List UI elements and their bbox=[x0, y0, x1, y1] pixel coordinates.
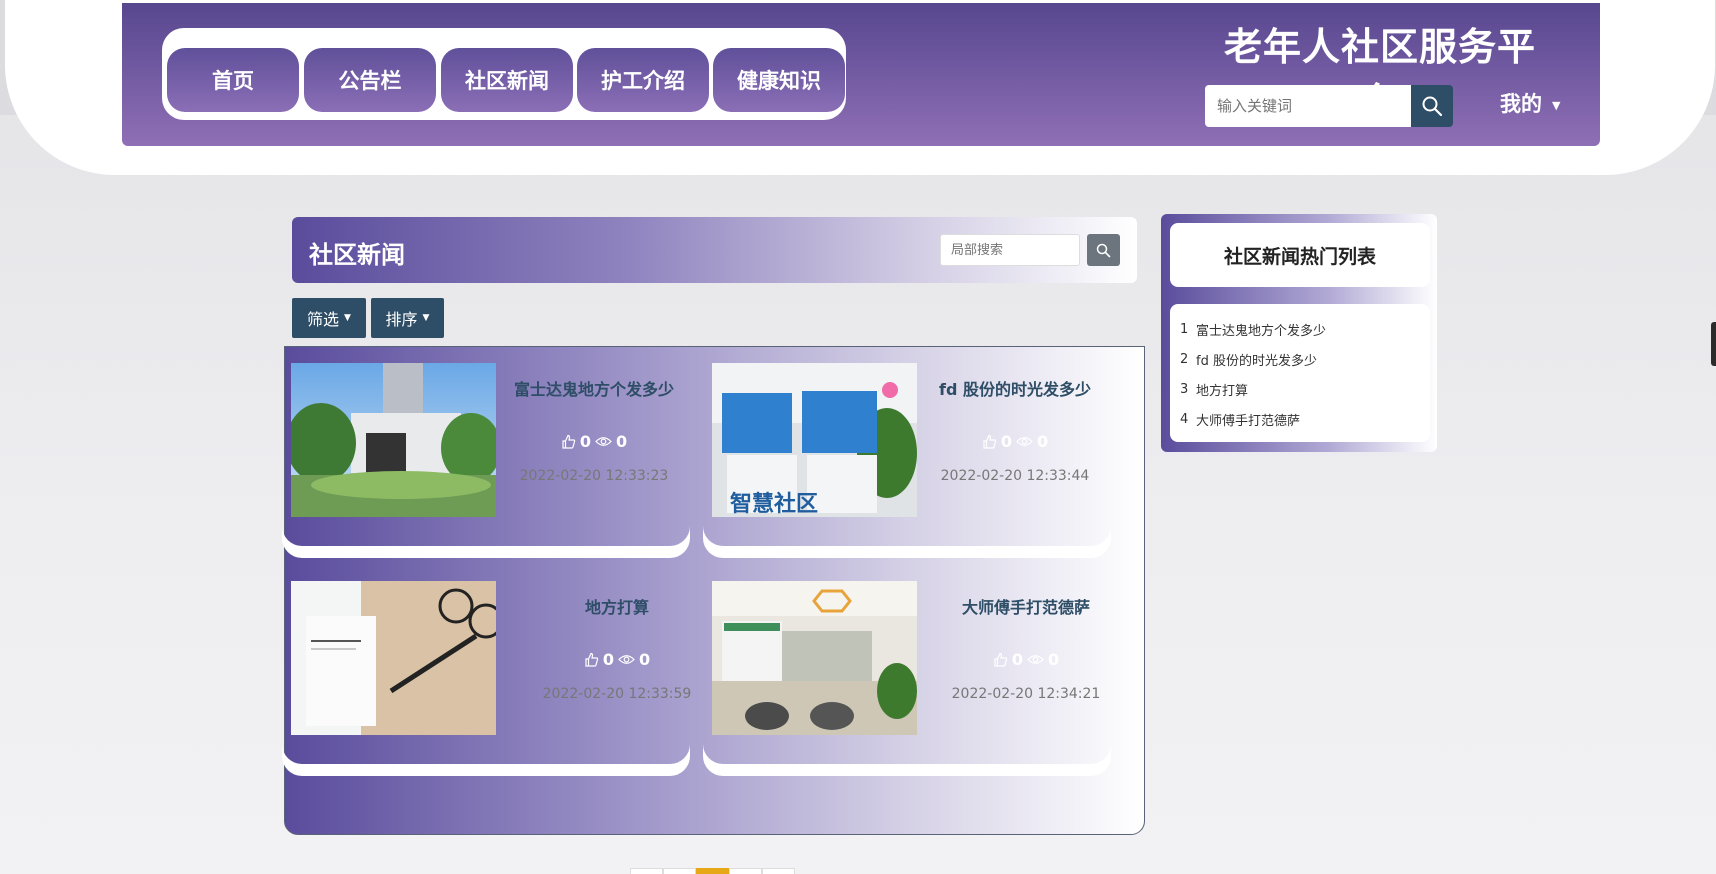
hot-news-label: 地方打算 bbox=[1196, 383, 1249, 399]
nav-bulletin[interactable]: 公告栏 bbox=[304, 48, 436, 112]
side-scroll-handle[interactable] bbox=[1711, 322, 1716, 366]
hot-news-index: 1 bbox=[1180, 321, 1189, 337]
section-header: 社区新闻 bbox=[292, 217, 1137, 283]
news-stats: 0 0 bbox=[527, 650, 707, 669]
news-card[interactable]: 大师傅手打范德萨 0 0 2022-02-20 12:34:21 bbox=[703, 564, 1111, 764]
nav-caregivers[interactable]: 护工介绍 bbox=[577, 48, 709, 112]
sort-label: 排序 bbox=[385, 310, 418, 329]
news-title[interactable]: 地方打算 bbox=[527, 594, 707, 618]
nav-community-news[interactable]: 社区新闻 bbox=[441, 48, 573, 112]
news-card[interactable]: 智慧社区 fd 股份的时光发多少 0 0 2022-02-20 12:33:44 bbox=[703, 346, 1111, 546]
caret-down-icon: ▼ bbox=[422, 313, 430, 323]
user-menu[interactable]: 我的 ▼ bbox=[1500, 88, 1560, 118]
search-icon bbox=[1421, 95, 1443, 117]
header-search-input[interactable] bbox=[1205, 85, 1412, 127]
nav-home[interactable]: 首页 bbox=[167, 48, 299, 112]
hot-news-sidebar: 社区新闻热门列表 1 富士达鬼地方个发多少 2 fd 股份的时光发多少 3 地方打算 … bbox=[1161, 214, 1437, 452]
like-count: 0 bbox=[1000, 432, 1012, 451]
nav-health-knowledge[interactable]: 健康知识 bbox=[713, 48, 845, 112]
hot-news-index: 3 bbox=[1180, 381, 1189, 397]
header-search-button[interactable] bbox=[1411, 85, 1453, 127]
sidebar-title: 社区新闻热门列表 bbox=[1170, 223, 1430, 287]
eye-icon bbox=[618, 653, 635, 666]
pagination-button[interactable] bbox=[663, 868, 696, 874]
thumbnail-sign-text: 智慧社区 bbox=[730, 491, 818, 517]
like-count: 0 bbox=[579, 432, 591, 451]
caret-down-icon: ▼ bbox=[344, 313, 351, 323]
hot-news-item[interactable]: 1 富士达鬼地方个发多少 bbox=[1180, 314, 1420, 344]
thumbs-up-icon bbox=[982, 434, 997, 449]
thumbs-up-icon bbox=[561, 434, 576, 449]
news-title[interactable]: 大师傅手打范德萨 bbox=[936, 594, 1116, 618]
news-card[interactable]: 富士达鬼地方个发多少 0 0 2022-02-20 12:33:23 bbox=[282, 346, 690, 546]
local-search-button[interactable] bbox=[1087, 234, 1120, 266]
news-date: 2022-02-20 12:33:59 bbox=[542, 686, 692, 702]
hot-news-item[interactable]: 4 大师傅手打范德萨 bbox=[1180, 404, 1420, 434]
section-title: 社区新闻 bbox=[309, 241, 405, 269]
hot-news-label: fd 股份的时光发多少 bbox=[1196, 353, 1317, 369]
news-date: 2022-02-20 12:34:21 bbox=[951, 686, 1101, 702]
hot-news-list: 1 富士达鬼地方个发多少 2 fd 股份的时光发多少 3 地方打算 4 大师傅手打范德萨 bbox=[1170, 304, 1430, 442]
sort-dropdown[interactable]: 排序 ▼ bbox=[371, 298, 444, 338]
eye-icon bbox=[595, 435, 612, 448]
like-count: 0 bbox=[602, 650, 614, 669]
chevron-down-icon: ▼ bbox=[1552, 98, 1561, 112]
news-stats: 0 0 bbox=[936, 650, 1116, 669]
pagination-button[interactable] bbox=[630, 868, 663, 874]
like-count: 0 bbox=[1011, 650, 1023, 669]
view-count: 0 bbox=[639, 650, 651, 669]
view-count: 0 bbox=[1037, 432, 1049, 451]
eye-icon bbox=[1016, 435, 1033, 448]
view-count: 0 bbox=[616, 432, 628, 451]
view-count: 0 bbox=[1048, 650, 1060, 669]
news-thumbnail: 智慧社区 bbox=[712, 363, 917, 517]
eye-icon bbox=[1027, 653, 1044, 666]
pagination bbox=[630, 868, 795, 874]
news-date: 2022-02-20 12:33:23 bbox=[519, 468, 669, 484]
filter-label: 筛选 bbox=[307, 310, 340, 329]
thumbs-up-icon bbox=[993, 652, 1008, 667]
news-date: 2022-02-20 12:33:44 bbox=[940, 468, 1090, 484]
user-menu-label: 我的 bbox=[1500, 92, 1542, 116]
news-stats: 0 0 bbox=[925, 432, 1105, 451]
news-thumbnail bbox=[712, 581, 917, 735]
hot-news-index: 4 bbox=[1180, 411, 1189, 427]
news-grid: 富士达鬼地方个发多少 0 0 2022-02-20 12:33:23 智慧社区 … bbox=[284, 346, 1145, 835]
hot-news-item[interactable]: 3 地方打算 bbox=[1180, 374, 1420, 404]
search-icon bbox=[1096, 243, 1111, 258]
pagination-button[interactable] bbox=[729, 868, 762, 874]
filter-dropdown[interactable]: 筛选 ▼ bbox=[292, 298, 366, 338]
pagination-button[interactable] bbox=[762, 868, 795, 874]
thumbs-up-icon bbox=[584, 652, 599, 667]
hot-news-item[interactable]: 2 fd 股份的时光发多少 bbox=[1180, 344, 1420, 374]
news-title[interactable]: fd 股份的时光发多少 bbox=[925, 376, 1105, 400]
pagination-current-page[interactable] bbox=[696, 868, 729, 874]
local-search-input[interactable] bbox=[940, 234, 1080, 266]
news-thumbnail bbox=[291, 581, 496, 735]
news-stats: 0 0 bbox=[504, 432, 684, 451]
news-title[interactable]: 富士达鬼地方个发多少 bbox=[504, 376, 684, 400]
hot-news-index: 2 bbox=[1180, 351, 1189, 367]
hot-news-label: 大师傅手打范德萨 bbox=[1196, 413, 1301, 429]
news-thumbnail bbox=[291, 363, 496, 517]
news-card[interactable]: 地方打算 0 0 2022-02-20 12:33:59 bbox=[282, 564, 691, 764]
hot-news-label: 富士达鬼地方个发多少 bbox=[1196, 323, 1327, 339]
